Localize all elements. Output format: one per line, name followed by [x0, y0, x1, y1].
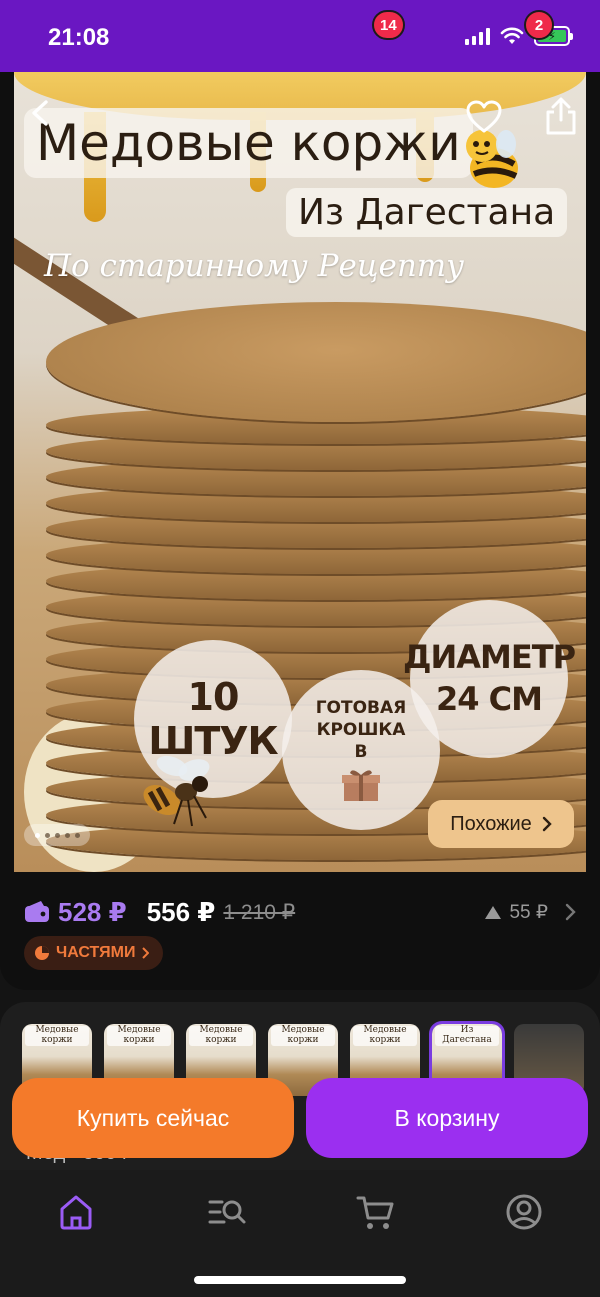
- image-title: Медовые коржи: [24, 108, 473, 178]
- variant-thumb-title: Медовые коржи: [271, 1025, 335, 1046]
- badge-diameter: ДИАМЕТР 24 СМ: [403, 600, 576, 758]
- carousel-dots[interactable]: [24, 824, 90, 846]
- chevron-right-icon: [142, 947, 150, 959]
- pie-chart-icon: [35, 946, 49, 960]
- variant-thumb-title: Медовые коржи: [107, 1025, 171, 1046]
- share-icon[interactable]: [542, 96, 580, 136]
- cart-badge: 14: [372, 10, 405, 40]
- cart-icon[interactable]: [354, 1190, 398, 1234]
- gift-icon: [342, 770, 380, 802]
- similar-button[interactable]: Похожие: [428, 800, 574, 848]
- points-value: 55 ₽: [509, 901, 548, 923]
- carousel-dot: [34, 832, 40, 838]
- image-subtitle: Из Дагестана: [286, 188, 568, 237]
- carousel-dot: [54, 832, 60, 838]
- carousel-dot: [64, 832, 70, 838]
- catalog-search-icon[interactable]: [204, 1190, 248, 1234]
- variant-thumb-title: Из Дагестана: [435, 1025, 499, 1046]
- triangle-up-icon: [485, 905, 502, 919]
- variant-thumb-title: Медовые коржи: [353, 1025, 417, 1046]
- buy-now-button[interactable]: Купить сейчас: [12, 1078, 294, 1158]
- back-icon[interactable]: [26, 98, 56, 128]
- wifi-icon: [500, 27, 524, 44]
- chevron-right-icon: [542, 816, 552, 832]
- badge-crumb-line: ГОТОВАЯ: [315, 697, 407, 718]
- installments-label: ЧАСТЯМИ: [56, 944, 136, 961]
- old-price: 1 210 ₽: [223, 900, 296, 924]
- wallet-icon: [25, 901, 49, 922]
- image-script-text: По старинному Рецепту: [44, 248, 465, 284]
- wallet-price: 528 ₽: [58, 896, 127, 927]
- carousel-dot: [44, 832, 50, 838]
- home-indicator: [194, 1276, 406, 1284]
- variant-thumb-title: Медовые коржи: [189, 1025, 253, 1046]
- home-icon[interactable]: [54, 1190, 98, 1234]
- points-info[interactable]: 55 ₽: [485, 901, 576, 924]
- product-image[interactable]: Медовые коржи Из Дагестана По старинному…: [14, 72, 586, 872]
- signal-icon: [465, 27, 490, 45]
- status-bar: 21:08 ⚡: [0, 0, 600, 72]
- installments-badge[interactable]: ЧАСТЯМИ: [24, 936, 164, 970]
- bee-icon: [143, 755, 210, 827]
- price: 556 ₽: [146, 896, 216, 927]
- badge-crumb-line: КРОШКА: [316, 719, 406, 740]
- carousel-dot: [74, 832, 80, 838]
- badge-diameter-line: 24 СМ: [436, 680, 543, 718]
- status-time: 21:08: [48, 24, 110, 51]
- badge-diameter-line: ДИАМЕТР: [402, 638, 576, 677]
- profile-icon[interactable]: [502, 1190, 546, 1234]
- status-icons: ⚡: [465, 26, 573, 46]
- profile-badge: 2: [524, 10, 554, 40]
- variant-thumb-title: Медовые коржи: [25, 1025, 89, 1046]
- price-row: 528 ₽ 556 ₽ 1 210 ₽ 55 ₽: [24, 894, 576, 930]
- add-to-cart-button[interactable]: В корзину: [306, 1078, 588, 1158]
- heart-icon[interactable]: [466, 100, 502, 134]
- chevron-right-icon: [565, 903, 576, 921]
- similar-label: Похожие: [450, 812, 532, 835]
- badge-crumb-line: В: [354, 742, 368, 763]
